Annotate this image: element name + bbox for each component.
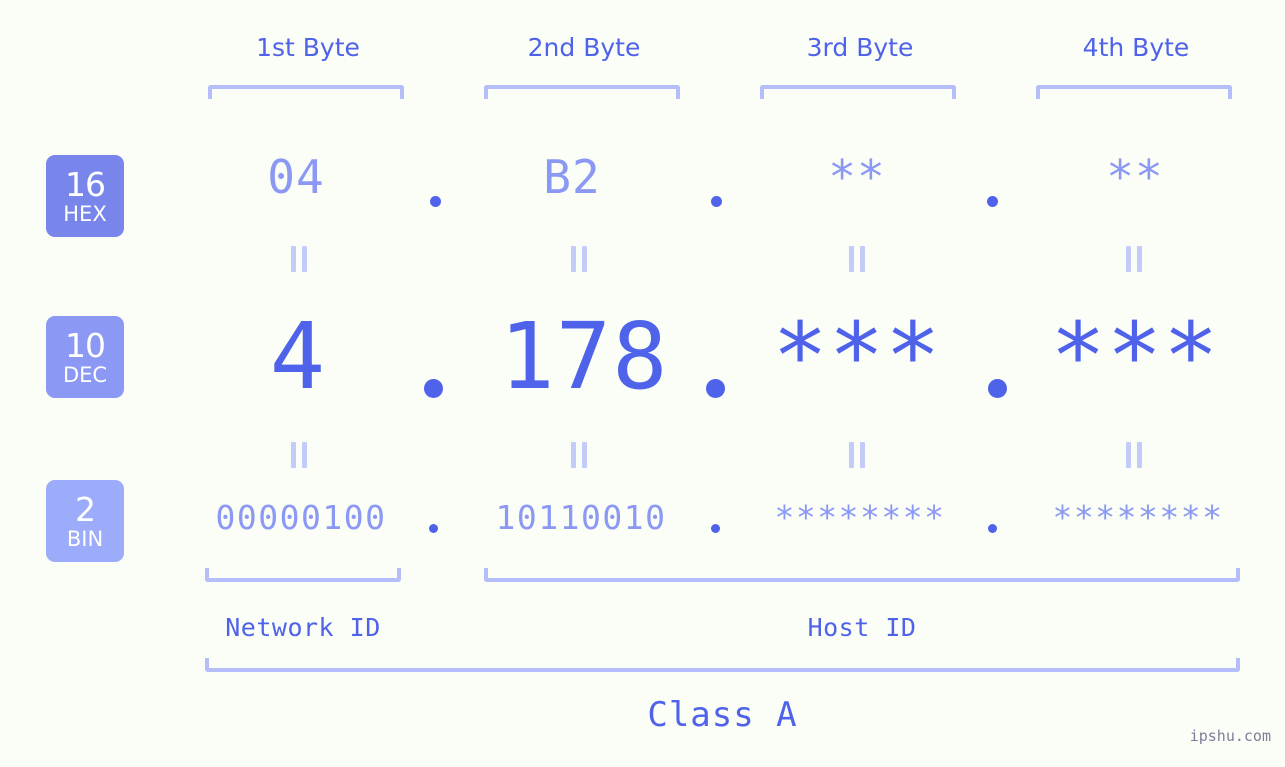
equals-connector-dec-bin-4: [1124, 442, 1146, 468]
byte-header-3: 3rd Byte: [806, 33, 914, 62]
base-badge-bin: 2 BIN: [46, 480, 124, 562]
bin-byte-3: ********: [774, 498, 946, 537]
dec-byte-4: ***: [1050, 303, 1220, 410]
bin-separator-3: [988, 524, 997, 533]
dec-separator-1: [424, 379, 443, 398]
base-badge-hex-number: 16: [65, 164, 106, 204]
base-badge-bin-number: 2: [75, 489, 96, 529]
byte-header-1: 1st Byte: [256, 33, 360, 62]
ip-address-breakdown-diagram: 1st Byte 2nd Byte 3rd Byte 4th Byte 16 H…: [0, 0, 1285, 767]
bin-separator-2: [711, 524, 720, 533]
base-badge-dec-number: 10: [65, 325, 106, 365]
bin-separator-1: [429, 524, 438, 533]
equals-connector-hex-dec-2: [569, 246, 591, 272]
byte-header-4: 4th Byte: [1082, 33, 1190, 62]
base-badge-hex-name: HEX: [63, 201, 107, 226]
hex-separator-1: [430, 196, 441, 207]
site-watermark: ipshu.com: [1189, 727, 1271, 745]
hex-byte-1: 04: [267, 150, 325, 204]
dec-separator-3: [988, 379, 1007, 398]
dec-byte-3: ***: [772, 303, 942, 410]
base-badge-bin-name: BIN: [66, 526, 104, 551]
base-badge-hex: 16 HEX: [46, 155, 124, 237]
equals-connector-dec-bin-1: [289, 442, 311, 468]
byte-bracket-1: [208, 85, 404, 99]
equals-connector-hex-dec-4: [1124, 246, 1146, 272]
bin-byte-1: 00000100: [215, 498, 387, 537]
dec-separator-2: [706, 379, 725, 398]
byte-header-2: 2nd Byte: [527, 33, 641, 62]
base-badge-dec-name: DEC: [62, 362, 108, 387]
hex-separator-3: [987, 196, 998, 207]
class-bracket: [205, 658, 1240, 672]
byte-bracket-3: [760, 85, 956, 99]
hex-byte-2: B2: [543, 150, 601, 204]
class-label: Class A: [647, 695, 798, 735]
dec-byte-1: 4: [269, 303, 327, 410]
network-id-label: Network ID: [225, 613, 381, 642]
byte-bracket-2: [484, 85, 680, 99]
hex-byte-4: **: [1106, 150, 1164, 204]
equals-connector-hex-dec-3: [847, 246, 869, 272]
bin-byte-2: 10110010: [495, 498, 667, 537]
equals-connector-hex-dec-1: [289, 246, 311, 272]
equals-connector-dec-bin-3: [847, 442, 869, 468]
hex-byte-3: **: [828, 150, 886, 204]
base-badge-dec: 10 DEC: [46, 316, 124, 398]
bin-byte-4: ********: [1052, 498, 1224, 537]
host-id-bracket: [484, 568, 1240, 582]
dec-byte-2: 178: [499, 303, 669, 410]
byte-bracket-4: [1036, 85, 1232, 99]
network-id-bracket: [205, 568, 401, 582]
hex-separator-2: [711, 196, 722, 207]
equals-connector-dec-bin-2: [569, 442, 591, 468]
host-id-label: Host ID: [807, 613, 917, 642]
